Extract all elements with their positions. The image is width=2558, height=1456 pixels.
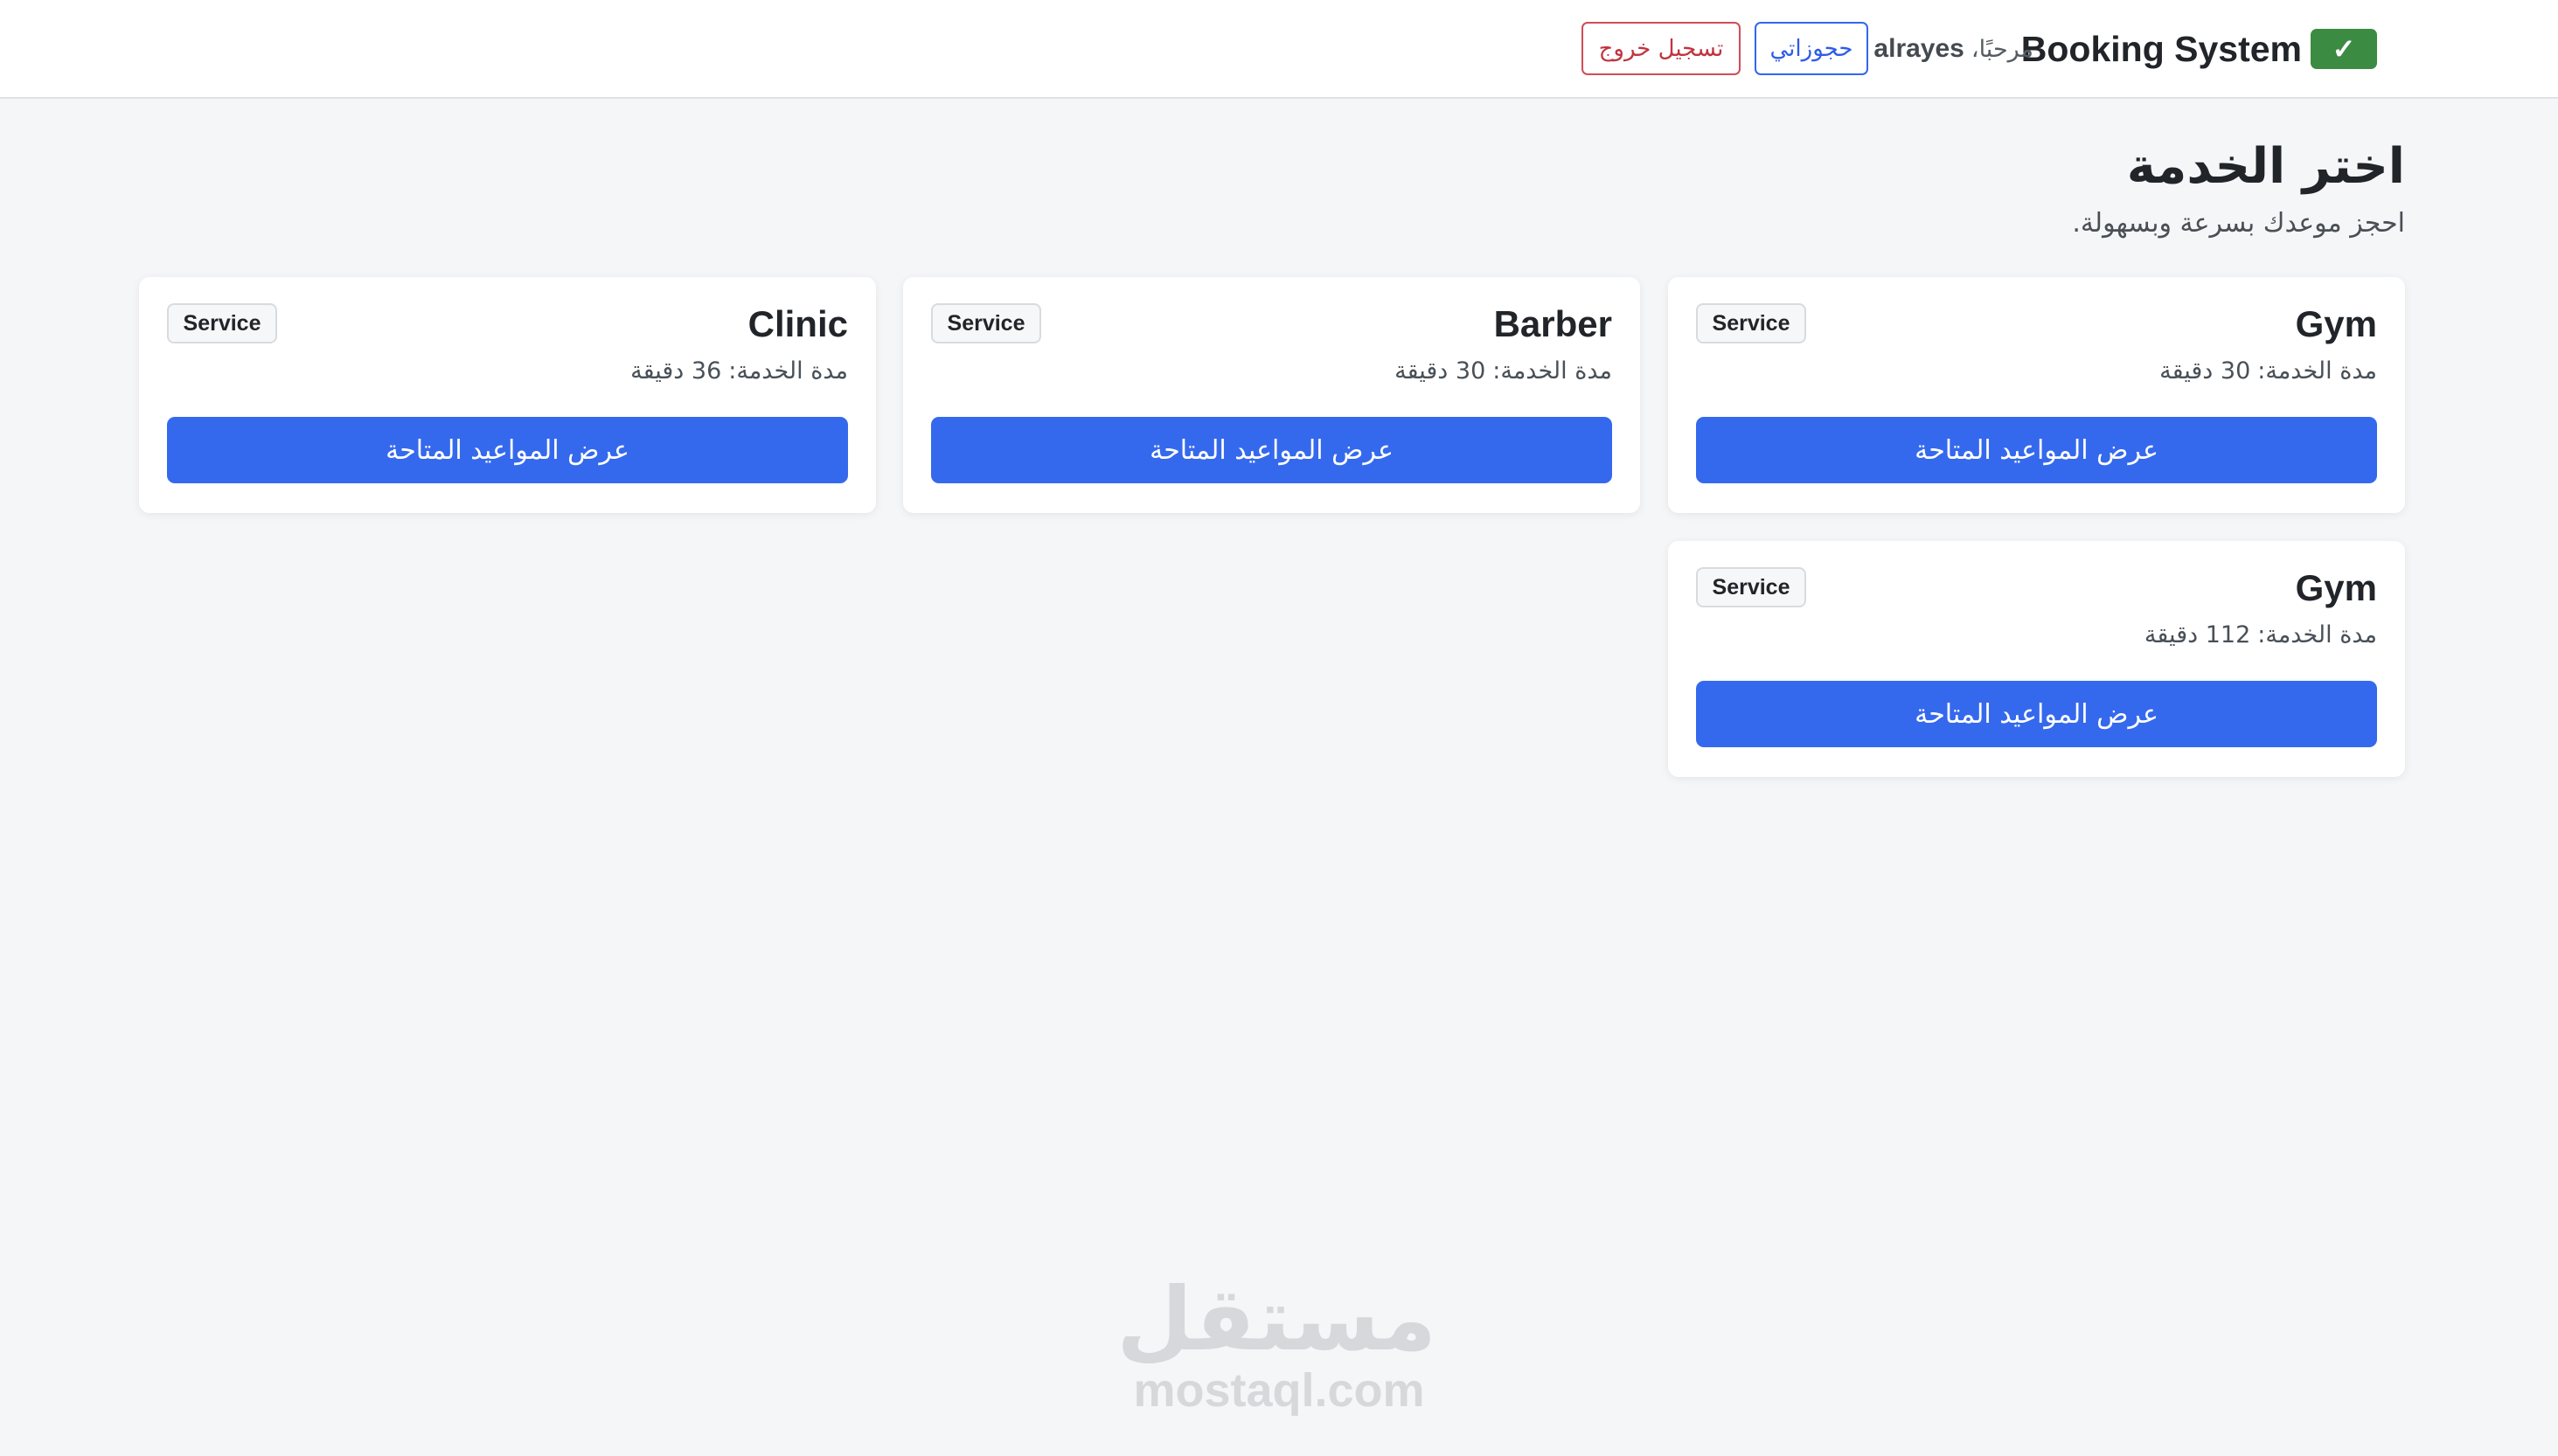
service-duration: مدة الخدمة: 30 دقيقة — [2159, 357, 2377, 385]
view-slots-button[interactable]: عرض المواعيد المتاحة — [931, 417, 1612, 483]
check-mark-icon: ✓ — [2311, 29, 2377, 69]
navbar: ✓ Booking System مرحبًا، alrayes حجوزاتي… — [0, 0, 2558, 99]
service-name: Clinic — [747, 303, 848, 344]
service-duration: مدة الخدمة: 30 دقيقة — [1394, 357, 1612, 385]
service-card-gym-2: Gym Service مدة الخدمة: 112 دقيقة عرض ال… — [1668, 541, 2405, 777]
view-slots-button[interactable]: عرض المواعيد المتاحة — [1696, 417, 2377, 483]
service-badge: Service — [1696, 567, 1806, 607]
page-title: اختر الخدمة — [2126, 138, 2405, 195]
service-badge: Service — [931, 303, 1041, 343]
greeting-prefix: مرحبًا، — [1971, 35, 2033, 63]
page-subtitle: احجز موعدك بسرعة وبسهولة. — [2072, 208, 2405, 239]
duration-label: مدة الخدمة: — [1492, 357, 1612, 385]
duration-value: 112 دقيقة — [2144, 621, 2251, 648]
brand-title: Booking System — [2020, 28, 2302, 69]
my-bookings-button[interactable]: حجوزاتي — [1755, 22, 1868, 75]
username: alrayes — [1873, 34, 1964, 63]
service-duration: مدة الخدمة: 36 دقيقة — [630, 357, 848, 385]
service-card-gym: Gym Service مدة الخدمة: 30 دقيقة عرض الم… — [1668, 277, 2405, 513]
watermark-latin: mostaql.com — [1133, 1364, 1425, 1417]
view-slots-button[interactable]: عرض المواعيد المتاحة — [167, 417, 848, 483]
service-card-clinic: Clinic Service مدة الخدمة: 36 دقيقة عرض … — [139, 277, 876, 513]
view-slots-button[interactable]: عرض المواعيد المتاحة — [1696, 681, 2377, 747]
watermark-arabic: مستقل — [1116, 1268, 1436, 1370]
duration-label: مدة الخدمة: — [2257, 357, 2377, 385]
watermark-logo: مستقل mostaql.com — [1116, 1268, 1436, 1429]
service-name: Gym — [2295, 567, 2377, 608]
duration-value: 36 دقيقة — [630, 357, 722, 385]
duration-label: مدة الخدمة: — [728, 357, 848, 385]
duration-value: 30 دقيقة — [2159, 357, 2251, 385]
service-badge: Service — [167, 303, 277, 343]
service-badge: Service — [1696, 303, 1806, 343]
logout-button[interactable]: تسجيل خروج — [1581, 22, 1741, 75]
duration-label: مدة الخدمة: — [2257, 621, 2377, 648]
greeting: مرحبًا، alrayes — [1873, 30, 2033, 68]
service-name: Barber — [1493, 303, 1612, 344]
duration-value: 30 دقيقة — [1394, 357, 1486, 385]
service-duration: مدة الخدمة: 112 دقيقة — [2144, 621, 2377, 648]
service-card-barber: Barber Service مدة الخدمة: 30 دقيقة عرض … — [903, 277, 1640, 513]
brand[interactable]: ✓ Booking System — [2021, 26, 2377, 72]
service-name: Gym — [2295, 303, 2377, 344]
